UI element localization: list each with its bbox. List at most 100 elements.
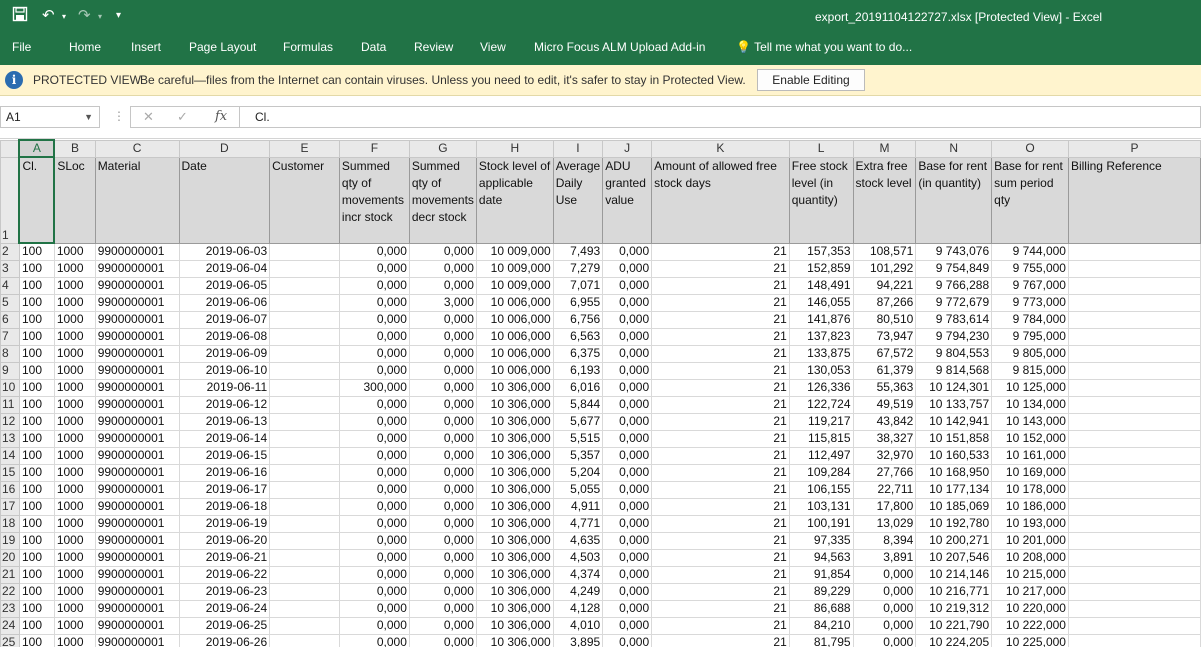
- cell[interactable]: 0,000: [602, 531, 653, 550]
- cell[interactable]: 21: [651, 633, 790, 647]
- cell[interactable]: 1000: [53, 310, 96, 329]
- header-cell[interactable]: Summed qty of movements decr stock: [408, 156, 477, 244]
- cell[interactable]: 1000: [53, 480, 96, 499]
- cell[interactable]: 0,000: [408, 514, 477, 533]
- cell[interactable]: 0,000: [602, 429, 653, 448]
- cell[interactable]: 1000: [53, 531, 96, 550]
- cell[interactable]: 100: [18, 565, 55, 584]
- cell[interactable]: 9 766,288: [915, 276, 993, 295]
- header-cell[interactable]: Summed qty of movements incr stock: [338, 156, 410, 244]
- cell[interactable]: 1000: [53, 293, 96, 312]
- cell[interactable]: 9 743,076: [915, 242, 993, 261]
- cell[interactable]: 2019-06-07: [178, 310, 271, 329]
- cell[interactable]: 8,394: [852, 531, 917, 550]
- cell[interactable]: 73,947: [852, 327, 917, 346]
- cell[interactable]: 100: [18, 514, 55, 533]
- cell[interactable]: 13,029: [852, 514, 917, 533]
- row-header[interactable]: 11: [0, 395, 20, 414]
- cell[interactable]: 21: [651, 565, 790, 584]
- cell[interactable]: 4,911: [552, 497, 604, 516]
- row-header[interactable]: 23: [0, 599, 20, 618]
- cell[interactable]: 21: [651, 242, 790, 261]
- cell[interactable]: 67,572: [852, 344, 917, 363]
- cell[interactable]: 10 222,000: [991, 616, 1069, 635]
- cell[interactable]: 89,229: [788, 582, 854, 601]
- cell[interactable]: 5,677: [552, 412, 604, 431]
- cell[interactable]: 2019-06-14: [178, 429, 271, 448]
- cell[interactable]: 115,815: [788, 429, 854, 448]
- cell[interactable]: 21: [651, 276, 790, 295]
- cell[interactable]: 126,336: [788, 378, 854, 397]
- cell[interactable]: 4,503: [552, 548, 604, 567]
- tab-micro-focus-alm[interactable]: Micro Focus ALM Upload Add-in: [534, 40, 705, 54]
- cell[interactable]: [1067, 412, 1201, 431]
- cell[interactable]: 0,000: [338, 599, 410, 618]
- tab-review[interactable]: Review: [414, 40, 453, 54]
- cell[interactable]: 0,000: [408, 378, 477, 397]
- cell[interactable]: 100: [18, 446, 55, 465]
- cell[interactable]: 1000: [53, 276, 96, 295]
- cell[interactable]: 0,000: [338, 344, 410, 363]
- cell[interactable]: 0,000: [602, 412, 653, 431]
- cell[interactable]: [269, 310, 340, 329]
- cell[interactable]: 21: [651, 599, 790, 618]
- header-cell[interactable]: Base for rent sum period qty: [991, 156, 1069, 244]
- undo-icon[interactable]: ↶: [42, 6, 55, 24]
- cell[interactable]: 108,571: [852, 242, 917, 261]
- cell[interactable]: 0,000: [602, 446, 653, 465]
- cell[interactable]: 0,000: [338, 480, 410, 499]
- cell[interactable]: 146,055: [788, 293, 854, 312]
- cell[interactable]: 2019-06-03: [178, 242, 271, 261]
- cell[interactable]: 100: [18, 429, 55, 448]
- cell[interactable]: 0,000: [338, 446, 410, 465]
- row-header[interactable]: 2: [0, 242, 20, 261]
- cell[interactable]: 2019-06-17: [178, 480, 271, 499]
- cell[interactable]: 10 009,000: [475, 276, 554, 295]
- cell[interactable]: 0,000: [408, 361, 477, 380]
- cell[interactable]: 9 755,000: [991, 259, 1069, 278]
- cell[interactable]: [1067, 276, 1201, 295]
- row-header[interactable]: 17: [0, 497, 20, 516]
- cell[interactable]: 0,000: [338, 582, 410, 601]
- cell[interactable]: [1067, 310, 1201, 329]
- cell[interactable]: [1067, 531, 1201, 550]
- cell[interactable]: 0,000: [602, 514, 653, 533]
- cell[interactable]: 9 784,000: [991, 310, 1069, 329]
- enter-icon[interactable]: ✓: [177, 109, 188, 125]
- cell[interactable]: 9 815,000: [991, 361, 1069, 380]
- cell[interactable]: 97,335: [788, 531, 854, 550]
- row-header[interactable]: 12: [0, 412, 20, 431]
- cell[interactable]: 100: [18, 276, 55, 295]
- cell[interactable]: [269, 446, 340, 465]
- cell[interactable]: [1067, 429, 1201, 448]
- cell[interactable]: 157,353: [788, 242, 854, 261]
- cell[interactable]: 1000: [53, 344, 96, 363]
- cell[interactable]: 1000: [53, 361, 96, 380]
- cell[interactable]: 9900000001: [94, 242, 180, 261]
- header-cell[interactable]: Billing Reference: [1067, 156, 1201, 244]
- cell[interactable]: 10 306,000: [475, 429, 554, 448]
- cell[interactable]: [1067, 548, 1201, 567]
- cell[interactable]: 10 200,271: [915, 531, 993, 550]
- cell[interactable]: [1067, 395, 1201, 414]
- row-header[interactable]: 8: [0, 344, 20, 363]
- cell[interactable]: [1067, 616, 1201, 635]
- cell[interactable]: 0,000: [602, 480, 653, 499]
- cell[interactable]: 100: [18, 463, 55, 482]
- cell[interactable]: 21: [651, 463, 790, 482]
- cell[interactable]: 0,000: [408, 446, 477, 465]
- cell[interactable]: 5,844: [552, 395, 604, 414]
- cell[interactable]: 0,000: [338, 327, 410, 346]
- cell[interactable]: 100: [18, 412, 55, 431]
- cell[interactable]: 9900000001: [94, 378, 180, 397]
- cell[interactable]: [269, 259, 340, 278]
- cell[interactable]: 100: [18, 633, 55, 647]
- cell[interactable]: 10 306,000: [475, 378, 554, 397]
- cell[interactable]: 5,357: [552, 446, 604, 465]
- column-header-i[interactable]: I: [552, 139, 604, 158]
- cell[interactable]: 5,055: [552, 480, 604, 499]
- cell[interactable]: 1000: [53, 582, 96, 601]
- cell[interactable]: 0,000: [602, 378, 653, 397]
- cell[interactable]: 10 306,000: [475, 616, 554, 635]
- cell[interactable]: 22,711: [852, 480, 917, 499]
